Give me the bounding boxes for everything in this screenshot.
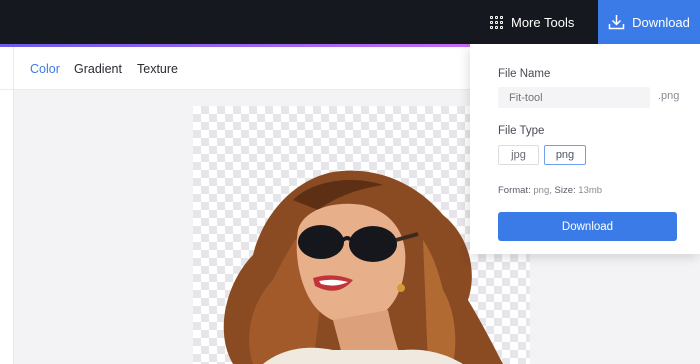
tab-color[interactable]: Color — [30, 62, 60, 76]
file-type-label: File Type — [498, 125, 545, 137]
file-type-jpg-button[interactable]: jpg — [498, 145, 539, 165]
tab-gradient[interactable]: Gradient — [74, 62, 122, 76]
background-tab-bar: Color Gradient Texture — [0, 47, 470, 90]
download-panel: File Name .png File Type jpg png Format:… — [470, 44, 700, 254]
size-label: Size: — [554, 185, 576, 196]
left-toolbar-strip — [0, 90, 14, 364]
format-info: Format: png, Size: 13mb — [498, 185, 602, 196]
file-extension: .png — [658, 90, 680, 102]
size-value: 13mb — [578, 185, 603, 196]
grid-icon — [490, 15, 503, 29]
divider — [13, 47, 14, 90]
format-label: Format: — [498, 185, 531, 196]
file-name-label: File Name — [498, 68, 551, 80]
header-download-button[interactable]: Download — [598, 0, 700, 44]
more-tools-button[interactable]: More Tools — [490, 0, 574, 44]
file-name-input[interactable] — [498, 87, 650, 108]
download-icon — [608, 15, 625, 30]
more-tools-label: More Tools — [511, 14, 575, 30]
format-value: png, — [533, 185, 552, 196]
download-button[interactable]: Download — [498, 212, 677, 241]
tab-texture[interactable]: Texture — [137, 62, 178, 76]
file-type-png-button[interactable]: png — [544, 145, 586, 165]
header-download-label: Download — [632, 14, 690, 30]
top-bar: More Tools Download — [0, 0, 700, 44]
